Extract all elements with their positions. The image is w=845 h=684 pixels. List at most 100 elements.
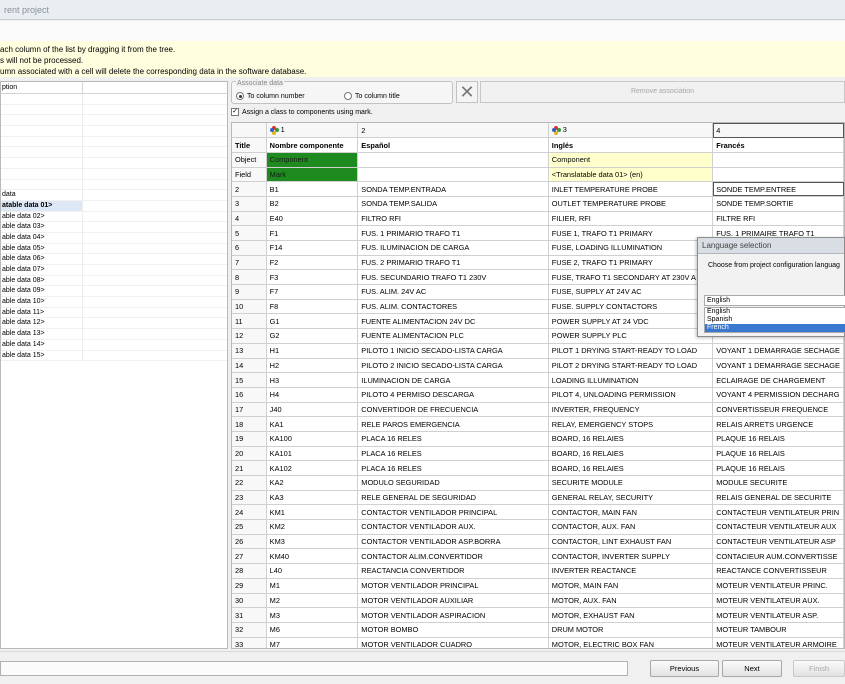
radio-dot[interactable] (236, 92, 244, 100)
next-button[interactable]: Next (722, 660, 782, 677)
grid-cell[interactable]: VOYANT 4 PERMISSION DECHARG (712, 387, 844, 403)
row-header-cell[interactable]: 29 (232, 578, 267, 594)
grid-cell[interactable]: CONTACTOR VENTILADOR ASP.BORRA (357, 534, 549, 550)
grid-cell[interactable]: PILOTO 2 INICIO SECADO-LISTA CARGA (357, 358, 549, 374)
grid-cell[interactable]: FUS. ALIM. 24V AC (357, 284, 549, 300)
grid-cell[interactable]: E40 (266, 211, 359, 227)
grid-cell[interactable]: CONTACTOR ALIM.CONVERTIDOR (357, 548, 549, 565)
grid-cell[interactable]: F3 (266, 269, 359, 286)
grid-cell[interactable]: H3 (266, 372, 359, 388)
row-header-cell[interactable]: Title (232, 137, 267, 153)
tree-item[interactable]: able data 07> (1, 265, 227, 276)
language-option[interactable]: French (705, 324, 845, 332)
grid-cell[interactable]: FUS. 2 PRIMARIO TRAFO T1 (357, 255, 549, 271)
grid-cell[interactable]: F1 (266, 225, 359, 241)
grid-row[interactable]: Object Component Component (232, 152, 844, 168)
grid-cell[interactable]: SONDE TEMP.ENTREE (712, 181, 844, 197)
grid-cell[interactable]: H4 (266, 387, 359, 403)
grid-row[interactable]: 27 KM40 CONTACTOR ALIM.CONVERTIDOR CONTACTO… (232, 548, 844, 565)
grid-cell[interactable]: FUS. SECUNDARIO TRAFO T1 230V (357, 269, 549, 286)
grid-cell[interactable] (712, 167, 844, 183)
row-header-cell[interactable]: 12 (232, 328, 267, 344)
grid-cell[interactable]: FUENTE ALIMENTACION PLC (357, 328, 549, 344)
grid-row[interactable]: 24 KM1 CONTACTOR VENTILADOR PRINCIPAL CONTA… (232, 504, 844, 521)
row-header-cell[interactable]: 8 (232, 269, 267, 286)
grid-cell[interactable]: CONTACTOR, INVERTER SUPPLY (548, 548, 714, 565)
tree-list[interactable]: data atable data 01> able data 02> able dat… (1, 94, 227, 362)
grid-cell[interactable]: MODULO SEGURIDAD (357, 475, 549, 491)
grid-row[interactable]: 23 KA3 RELE GENERAL DE SEGURIDAD GENERAL RE… (232, 490, 844, 506)
row-header-cell[interactable]: 6 (232, 240, 267, 256)
radio-column-title[interactable]: To column title (344, 92, 400, 100)
tree-item[interactable] (1, 126, 227, 137)
grid-cell[interactable]: M6 (266, 622, 359, 638)
grid-cell[interactable]: MOTOR VENTILADOR AUXILIAR (357, 593, 549, 609)
grid-cell[interactable]: Nombre componente (266, 137, 359, 153)
tree-item[interactable] (1, 168, 227, 180)
grid-cell[interactable]: KM2 (266, 519, 359, 535)
grid-cell[interactable]: BOARD, 16 RELAIES (548, 460, 714, 476)
grid-cell[interactable]: RELAY, EMERGENCY STOPS (548, 416, 714, 432)
grid-cell[interactable]: F2 (266, 255, 359, 271)
grid-cell[interactable]: SECURITE MODULE (548, 475, 714, 491)
grid-row[interactable]: 22 KA2 MODULO SEGURIDAD SECURITE MODULE MODU… (232, 475, 844, 491)
tree-item[interactable] (1, 94, 227, 105)
grid-cell[interactable]: 3 (548, 123, 714, 139)
grid-cell[interactable]: MOTOR BOMBO (357, 622, 549, 638)
grid-row[interactable]: 28 L40 REACTANCIA CONVERTIDOR INVERTER REAC… (232, 563, 844, 579)
row-header-cell[interactable]: 26 (232, 534, 267, 550)
grid-cell[interactable]: Component (266, 152, 359, 168)
grid-cell[interactable]: FUSE, LOADING ILLUMINATION (548, 240, 714, 256)
row-header-cell[interactable]: 19 (232, 431, 267, 447)
row-header-cell[interactable]: 14 (232, 358, 267, 374)
grid-cell[interactable]: DRUM MOTOR (548, 622, 714, 638)
grid-cell[interactable]: Mark (266, 167, 359, 183)
grid-cell[interactable]: MOTOR VENTILADOR ASPIRACION (357, 607, 549, 623)
grid-cell[interactable] (712, 152, 844, 168)
grid-row[interactable]: 33 M7 MOTOR VENTILADOR CUADRO MOTOR, ELECTR… (232, 637, 844, 648)
grid-cell[interactable]: RELAIS GENERAL DE SECURITE (712, 490, 844, 506)
grid-cell[interactable]: INLET TEMPERATURE PROBE (548, 181, 714, 197)
tree-item[interactable]: able data 04> (1, 232, 227, 244)
grid-cell[interactable]: REACTANCIA CONVERTIDOR (357, 563, 549, 579)
grid-cell[interactable]: MOTEUR VENTILATEUR ARMOIRE (712, 637, 844, 648)
grid-cell[interactable]: G2 (266, 328, 359, 344)
tree-item[interactable] (1, 147, 227, 159)
tree-item[interactable]: able data 11> (1, 307, 227, 319)
radio-column-number[interactable]: To column number (236, 92, 305, 100)
grid-cell[interactable]: CONTACTEUR VENTILATEUR ASP (712, 534, 844, 550)
grid-cell[interactable]: POWER SUPPLY PLC (548, 328, 714, 344)
grid-cell[interactable]: FUSE 1, TRAFO T1 PRIMARY (548, 225, 714, 241)
grid-cell[interactable]: RELE PAROS EMERGENCIA (357, 416, 549, 432)
grid-cell[interactable]: FUSE. SUPPLY CONTACTORS (548, 299, 714, 315)
grid-cell[interactable]: J40 (266, 402, 359, 418)
grid-cell[interactable]: FUSE, SUPPLY AT 24V AC (548, 284, 714, 300)
grid-cell[interactable]: BOARD, 16 RELAIES (548, 431, 714, 447)
language-option[interactable]: Spanish (705, 316, 845, 324)
grid-cell[interactable]: PLACA 16 RELES (357, 446, 549, 462)
grid-cell[interactable]: PILOTO 4 PERMISO DESCARGA (357, 387, 549, 403)
grid-cell[interactable]: Español (357, 137, 549, 153)
row-header-cell[interactable]: 13 (232, 343, 267, 359)
data-tree-panel[interactable]: ption data atable data 01> able data 02> ab… (0, 81, 228, 649)
grid-cell[interactable]: CONTACTEUR VENTILATEUR PRIN (712, 504, 844, 521)
grid-row[interactable]: 18 KA1 RELE PAROS EMERGENCIA RELAY, EMERGEN… (232, 416, 844, 432)
grid-cell[interactable]: M1 (266, 578, 359, 594)
grid-cell[interactable]: REACTANCE CONVERTISSEUR (712, 563, 844, 579)
grid-cell[interactable]: CONTACTOR VENTILADOR AUX. (357, 519, 549, 535)
grid-row[interactable]: 1 2 3 4 (232, 123, 844, 139)
grid-cell[interactable]: CONTACTOR, LINT EXHAUST FAN (548, 534, 714, 550)
grid-cell[interactable]: Inglés (548, 137, 714, 153)
grid-cell[interactable]: G1 (266, 313, 359, 330)
grid-cell[interactable]: CONVERTISSEUR FREQUENCE (712, 402, 844, 418)
row-header-cell[interactable]: 11 (232, 313, 267, 330)
tree-item[interactable]: able data 14> (1, 339, 227, 351)
grid-cell[interactable]: SONDA TEMP.SALIDA (357, 196, 549, 212)
grid-cell[interactable]: CONTACTOR, MAIN FAN (548, 504, 714, 521)
row-header-cell[interactable]: 24 (232, 504, 267, 521)
tree-item[interactable]: atable data 01> (1, 200, 227, 212)
grid-cell[interactable]: 1 (266, 123, 359, 139)
grid-row[interactable]: 32 M6 MOTOR BOMBO DRUM MOTOR MOTEUR TAMBOUR (232, 622, 844, 638)
grid-cell[interactable]: KA100 (266, 431, 359, 447)
grid-cell[interactable]: M7 (266, 637, 359, 648)
